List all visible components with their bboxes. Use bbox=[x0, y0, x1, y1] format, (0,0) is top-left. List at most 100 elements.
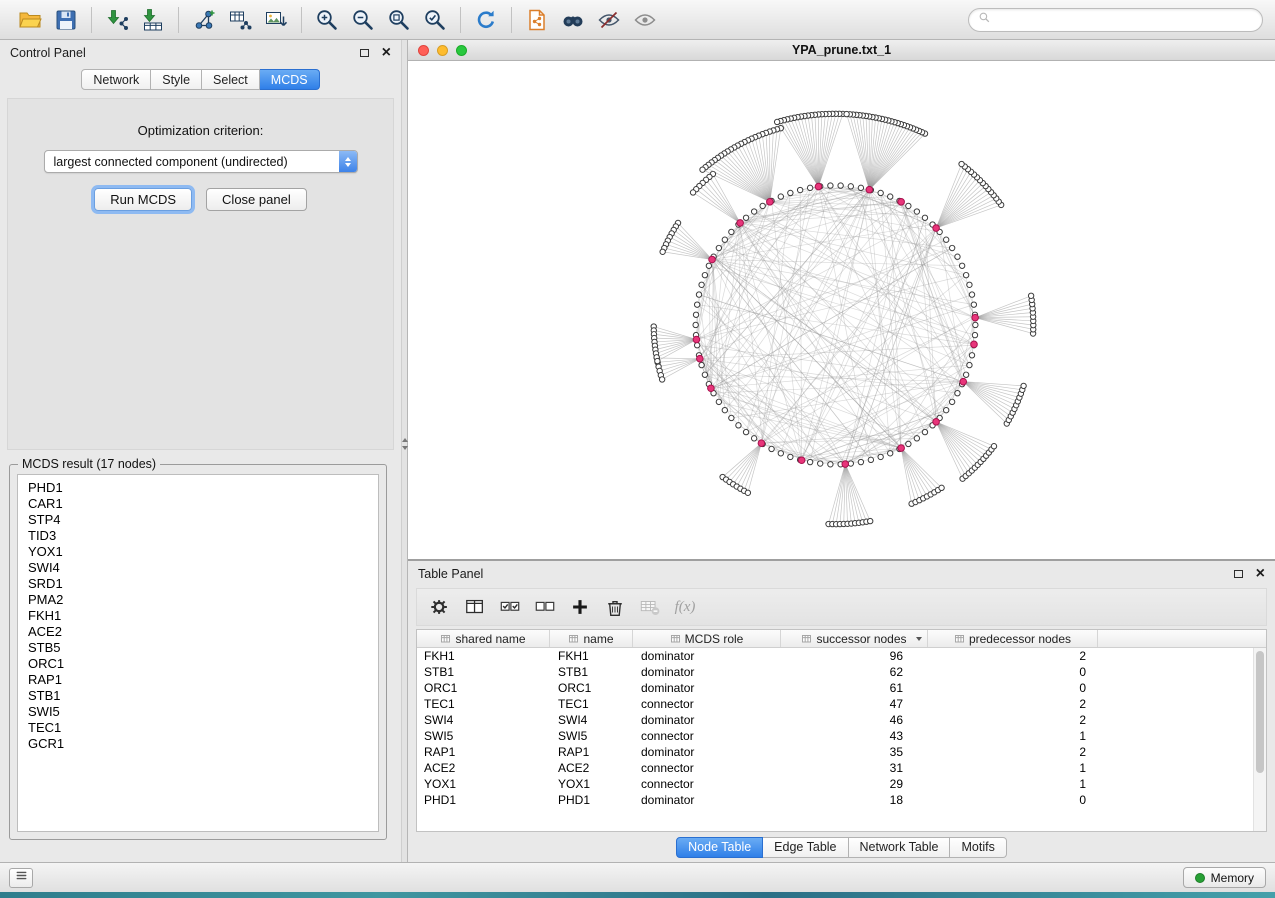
scrollbar-thumb[interactable] bbox=[1256, 651, 1264, 773]
network-leaf-node[interactable] bbox=[844, 111, 849, 116]
mcds-result-list[interactable]: PHD1CAR1STP4TID3YOX1SWI4SRD1PMA2FKH1ACE2… bbox=[17, 474, 379, 832]
network-hub-node[interactable] bbox=[971, 341, 978, 348]
list-item[interactable]: FKH1 bbox=[18, 608, 378, 624]
table-row[interactable]: PHD1PHD1dominator180 bbox=[417, 792, 1266, 808]
window-minimize-light[interactable] bbox=[437, 45, 448, 56]
zoom-fit-button[interactable] bbox=[381, 4, 417, 36]
column-header-successor-nodes[interactable]: successor nodes bbox=[781, 630, 928, 647]
memory-button[interactable]: Memory bbox=[1183, 867, 1266, 888]
show-eye-button[interactable] bbox=[627, 4, 663, 36]
network-node[interactable] bbox=[963, 272, 968, 277]
network-node[interactable] bbox=[699, 362, 704, 367]
network-node[interactable] bbox=[858, 185, 863, 190]
window-zoom-light[interactable] bbox=[456, 45, 467, 56]
network-node[interactable] bbox=[868, 457, 873, 462]
window-close-light[interactable] bbox=[418, 45, 429, 56]
network-node[interactable] bbox=[694, 302, 699, 307]
network-leaf-node[interactable] bbox=[991, 444, 996, 449]
network-node[interactable] bbox=[906, 203, 911, 208]
network-node[interactable] bbox=[922, 215, 927, 220]
select-stepper-icon[interactable] bbox=[339, 150, 357, 173]
tab-edge-table[interactable]: Edge Table bbox=[763, 837, 848, 858]
network-node[interactable] bbox=[760, 203, 765, 208]
run-mcds-button[interactable]: Run MCDS bbox=[94, 188, 192, 211]
network-node[interactable] bbox=[722, 407, 727, 412]
network-node[interactable] bbox=[693, 322, 698, 327]
table-row[interactable]: SWI5SWI5connector431 bbox=[417, 728, 1266, 744]
open-folder-button[interactable] bbox=[12, 4, 48, 36]
new-network-button[interactable] bbox=[186, 4, 222, 36]
network-node[interactable] bbox=[972, 332, 977, 337]
splitter-arrows-icon[interactable] bbox=[402, 438, 408, 450]
column-menu-chevron-icon[interactable] bbox=[916, 637, 922, 641]
network-node[interactable] bbox=[949, 399, 954, 404]
network-node[interactable] bbox=[788, 454, 793, 459]
network-node[interactable] bbox=[858, 459, 863, 464]
network-node[interactable] bbox=[729, 415, 734, 420]
network-window-titlebar[interactable]: YPA_prune.txt_1 bbox=[408, 40, 1275, 61]
network-node[interactable] bbox=[778, 451, 783, 456]
zoom-out-button[interactable] bbox=[345, 4, 381, 36]
network-leaf-node[interactable] bbox=[690, 190, 695, 195]
column-header-predecessor-nodes[interactable]: predecessor nodes bbox=[928, 630, 1098, 647]
network-canvas[interactable] bbox=[408, 61, 1275, 559]
network-node[interactable] bbox=[963, 372, 968, 377]
network-node[interactable] bbox=[848, 184, 853, 189]
table-row[interactable]: ACE2ACE2connector311 bbox=[417, 760, 1266, 776]
network-node[interactable] bbox=[722, 237, 727, 242]
network-leaf-node[interactable] bbox=[700, 167, 705, 172]
network-node[interactable] bbox=[967, 282, 972, 287]
network-node[interactable] bbox=[949, 245, 954, 250]
network-hub-node[interactable] bbox=[815, 183, 822, 190]
delete-table-button[interactable] bbox=[635, 592, 665, 622]
close-table-panel-icon[interactable]: × bbox=[1256, 566, 1265, 582]
network-leaf-node[interactable] bbox=[959, 161, 964, 166]
network-node[interactable] bbox=[736, 423, 741, 428]
network-table-button[interactable] bbox=[222, 4, 258, 36]
network-hub-node[interactable] bbox=[708, 385, 715, 392]
network-node[interactable] bbox=[838, 183, 843, 188]
list-item[interactable]: CAR1 bbox=[18, 496, 378, 512]
tab-network[interactable]: Network bbox=[81, 69, 151, 90]
network-node[interactable] bbox=[788, 190, 793, 195]
network-node[interactable] bbox=[693, 312, 698, 317]
network-hub-node[interactable] bbox=[798, 457, 805, 464]
zoom-selected-button[interactable] bbox=[417, 4, 453, 36]
list-item[interactable]: SWI4 bbox=[18, 560, 378, 576]
list-item[interactable]: RAP1 bbox=[18, 672, 378, 688]
close-panel-icon[interactable]: × bbox=[382, 45, 391, 61]
network-hub-node[interactable] bbox=[693, 336, 700, 343]
close-panel-button[interactable]: Close panel bbox=[206, 188, 307, 211]
network-hub-node[interactable] bbox=[758, 440, 765, 447]
network-node[interactable] bbox=[973, 322, 978, 327]
tab-network-table[interactable]: Network Table bbox=[849, 837, 951, 858]
network-leaf-node[interactable] bbox=[774, 119, 779, 124]
tab-select[interactable]: Select bbox=[202, 69, 260, 90]
network-node[interactable] bbox=[914, 209, 919, 214]
network-node[interactable] bbox=[716, 399, 721, 404]
network-node[interactable] bbox=[959, 263, 964, 268]
table-row[interactable]: STB1STB1dominator620 bbox=[417, 664, 1266, 680]
network-node[interactable] bbox=[888, 451, 893, 456]
network-node[interactable] bbox=[807, 459, 812, 464]
delete-columns-button[interactable] bbox=[600, 592, 630, 622]
import-network-button[interactable] bbox=[99, 4, 135, 36]
list-item[interactable]: TEC1 bbox=[18, 720, 378, 736]
tab-style[interactable]: Style bbox=[151, 69, 202, 90]
table-row[interactable]: TEC1TEC1connector472 bbox=[417, 696, 1266, 712]
deselect-all-rows-button[interactable] bbox=[530, 592, 560, 622]
network-leaf-node[interactable] bbox=[745, 490, 750, 495]
network-nodes[interactable] bbox=[651, 111, 1036, 527]
network-hub-node[interactable] bbox=[709, 256, 716, 263]
show-columns-button[interactable] bbox=[460, 592, 490, 622]
binoculars-button[interactable] bbox=[555, 4, 591, 36]
network-node[interactable] bbox=[828, 183, 833, 188]
float-panel-icon[interactable] bbox=[360, 49, 369, 57]
list-item[interactable]: PHD1 bbox=[18, 480, 378, 496]
network-node[interactable] bbox=[906, 441, 911, 446]
network-hub-node[interactable] bbox=[898, 199, 905, 206]
column-header-shared-name[interactable]: shared name bbox=[417, 630, 550, 647]
network-node[interactable] bbox=[955, 390, 960, 395]
network-node[interactable] bbox=[818, 461, 823, 466]
network-node[interactable] bbox=[955, 254, 960, 259]
